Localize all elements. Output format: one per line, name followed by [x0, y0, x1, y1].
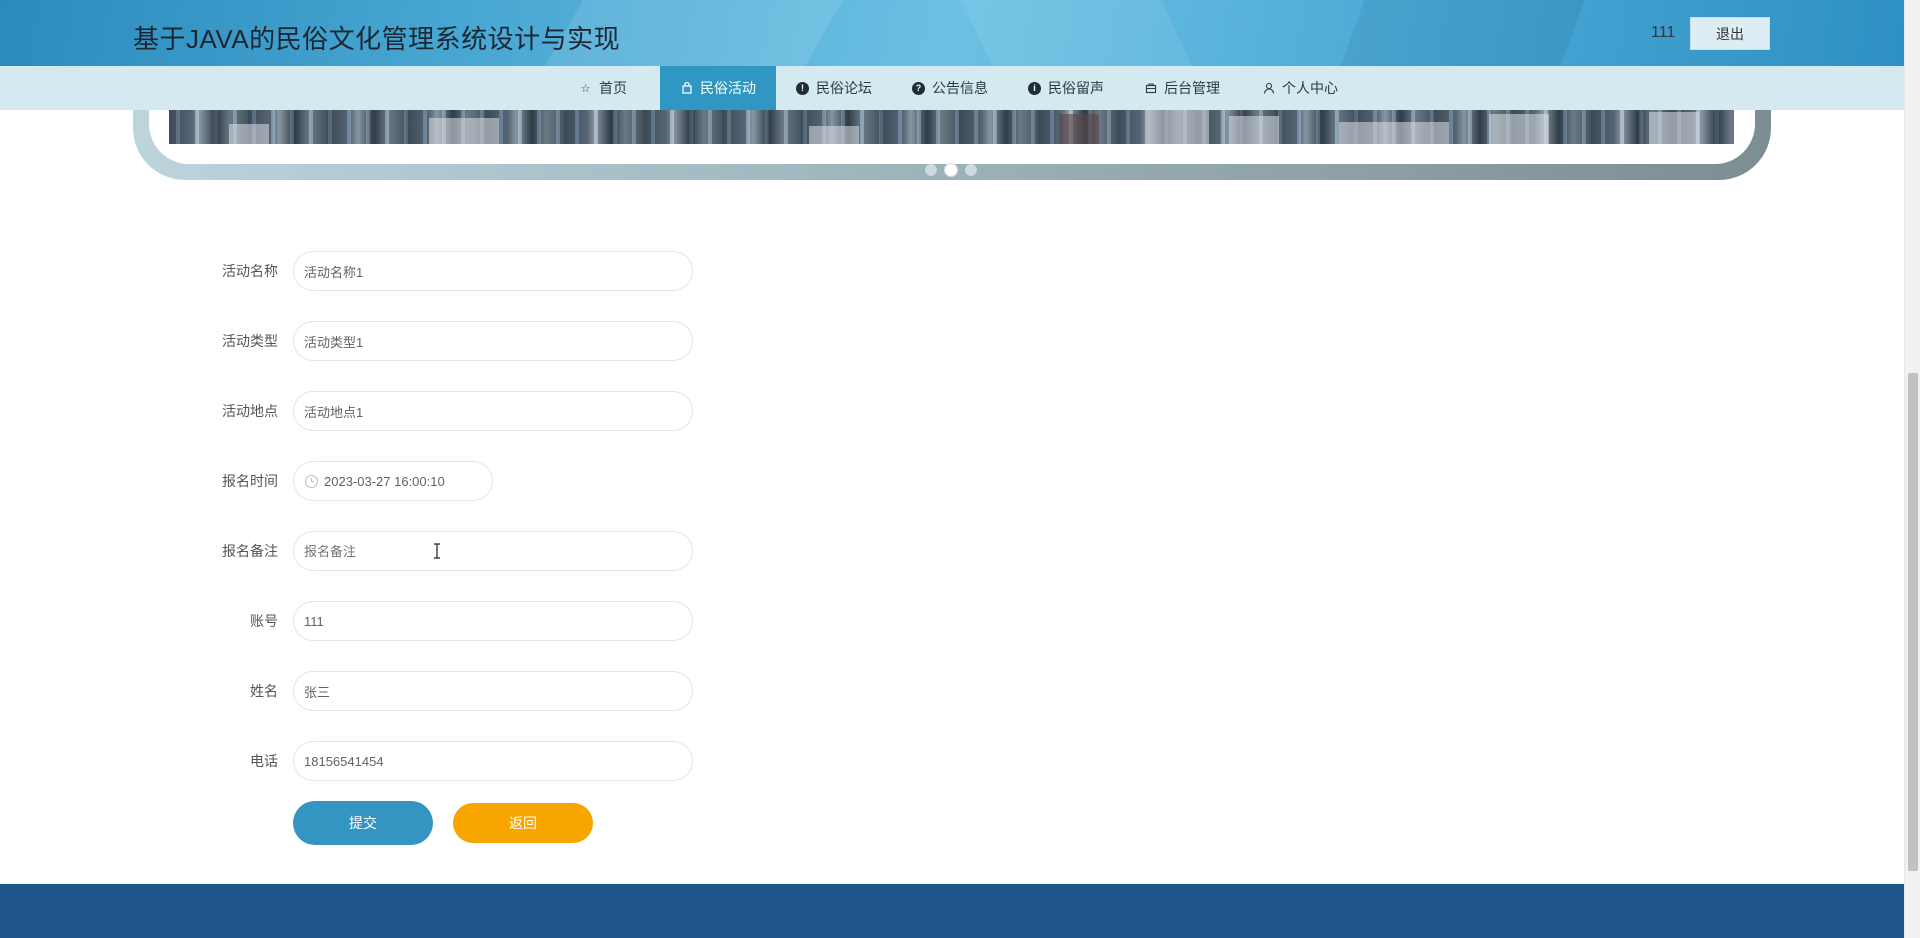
nav-item-label: 首页	[599, 80, 627, 96]
site-title: 基于JAVA的民俗文化管理系统设计与实现	[133, 24, 621, 54]
banner-building	[429, 118, 499, 144]
banner-building	[809, 126, 859, 144]
banner-image	[169, 108, 1734, 144]
nav-item-label: 后台管理	[1164, 80, 1220, 96]
nav-item-folk-forum[interactable]: ! 民俗论坛	[776, 66, 892, 110]
banner-building	[1059, 114, 1099, 144]
header-decoration	[1328, 0, 1592, 66]
banner-building	[1489, 114, 1549, 144]
form-label-box: 电话	[158, 741, 278, 781]
main-nav: ☆ 首页 民俗活动 ! 民俗论坛 ? 公告信息 i 民俗留声 后台管理 个人中心	[0, 66, 1904, 110]
form-label-box: 活动名称	[158, 251, 278, 291]
nav-item-folk-messages[interactable]: i 民俗留声	[1008, 66, 1124, 110]
banner-building	[1229, 116, 1279, 144]
form-label-activity-name: 活动名称	[222, 263, 278, 279]
form-label-activity-location: 活动地点	[222, 403, 278, 419]
briefcase-icon	[1144, 82, 1157, 95]
nav-item-label: 民俗论坛	[816, 80, 872, 96]
activity-name-input[interactable]	[293, 251, 693, 291]
question-circle-icon: ?	[912, 81, 925, 95]
carousel-dot[interactable]	[965, 164, 977, 176]
nav-item-label: 民俗留声	[1048, 80, 1104, 96]
name-input[interactable]	[293, 671, 693, 711]
carousel-dot-active[interactable]	[945, 164, 957, 176]
form-label-activity-type: 活动类型	[222, 333, 278, 349]
account-input[interactable]	[293, 601, 693, 641]
banner-building	[1149, 110, 1209, 144]
form-label-account: 账号	[250, 613, 278, 629]
submit-button[interactable]: 提交	[293, 801, 433, 845]
form-label-box: 报名时间	[158, 461, 278, 501]
star-icon: ☆	[580, 82, 591, 95]
nav-item-folk-activities[interactable]: 民俗活动	[660, 66, 776, 110]
banner-building	[1339, 122, 1449, 144]
nav-item-personal-center[interactable]: 个人中心	[1240, 66, 1360, 110]
activity-type-input[interactable]	[293, 321, 693, 361]
carousel-dot[interactable]	[925, 164, 937, 176]
clock-icon	[305, 475, 318, 488]
logout-button[interactable]: 退出	[1690, 17, 1770, 50]
form-label-box: 活动类型	[158, 321, 278, 361]
nav-item-admin[interactable]: 后台管理	[1124, 66, 1240, 110]
exclamation-circle-icon: !	[796, 81, 809, 95]
site-header: 基于JAVA的民俗文化管理系统设计与实现 111 退出	[0, 0, 1904, 66]
user-icon	[1262, 82, 1275, 95]
nav-item-label: 公告信息	[932, 80, 988, 96]
form-label-phone: 电话	[250, 753, 278, 769]
form-label-name: 姓名	[250, 683, 278, 699]
signup-time-picker[interactable]	[293, 461, 493, 501]
form-label-signup-time: 报名时间	[222, 473, 278, 489]
nav-item-home[interactable]: ☆ 首页	[546, 66, 660, 110]
form-label-box: 活动地点	[158, 391, 278, 431]
info-circle-icon: i	[1028, 81, 1041, 95]
site-footer	[0, 884, 1904, 938]
nav-item-label: 民俗活动	[700, 80, 756, 96]
vertical-scrollbar[interactable]	[1904, 0, 1920, 938]
nav-item-label: 个人中心	[1282, 80, 1338, 96]
current-username: 111	[1651, 24, 1676, 41]
form-label-box: 账号	[158, 601, 278, 641]
form-label-box: 姓名	[158, 671, 278, 711]
header-decoration	[947, 0, 1213, 66]
banner-building	[1649, 112, 1699, 144]
form-label-box: 报名备注	[158, 531, 278, 571]
signup-remark-input[interactable]	[293, 531, 693, 571]
back-button[interactable]: 返回	[453, 803, 593, 843]
bag-icon	[680, 82, 693, 95]
banner-building	[229, 124, 269, 144]
carousel-indicators	[925, 164, 977, 176]
nav-items: ☆ 首页 民俗活动 ! 民俗论坛 ? 公告信息 i 民俗留声 后台管理 个人中心	[546, 66, 1360, 110]
scrollbar-thumb[interactable]	[1908, 373, 1918, 871]
nav-item-announcements[interactable]: ? 公告信息	[892, 66, 1008, 110]
phone-input[interactable]	[293, 741, 693, 781]
form-label-signup-remark: 报名备注	[222, 543, 278, 559]
page: 基于JAVA的民俗文化管理系统设计与实现 111 退出 ☆ 首页 民俗活动 ! …	[0, 0, 1920, 938]
text-cursor-icon	[434, 543, 440, 559]
activity-location-input[interactable]	[293, 391, 693, 431]
